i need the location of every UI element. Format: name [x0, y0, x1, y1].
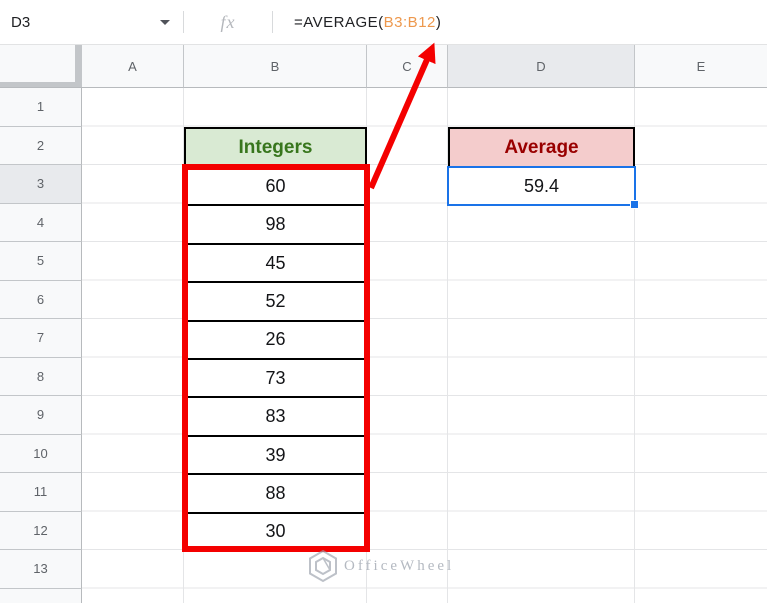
fill-handle[interactable] — [630, 200, 639, 209]
formula-close-paren: ) — [435, 13, 442, 31]
cell-B4[interactable]: 98 — [186, 206, 365, 245]
row-header-1[interactable]: 1 — [0, 88, 82, 127]
row-header-6[interactable]: 6 — [0, 280, 82, 319]
cell-D3-selected[interactable]: 59.4 — [447, 166, 639, 209]
cell-D3-value: 59.4 — [523, 175, 560, 196]
chevron-down-icon[interactable] — [160, 20, 170, 25]
cell-B2-integers-header[interactable]: Integers — [184, 127, 367, 168]
formula-range-ref: B3:B12 — [383, 13, 436, 31]
column-header-B[interactable]: B — [184, 45, 367, 88]
column-headers: ABCDE — [82, 45, 767, 88]
column-header-E[interactable]: E — [635, 45, 767, 88]
spreadsheet-app: D3 fx =AVERAGE(B3:B12) ABCDE 1 2 3 4 5 6 7 8 9 10… — [0, 0, 767, 603]
cell-B3[interactable]: 60 — [186, 168, 365, 207]
row-header-4[interactable]: 4 — [0, 203, 82, 242]
name-box-value: D3 — [11, 13, 31, 31]
cell-B7[interactable]: 26 — [186, 321, 365, 361]
corner-shadow-horizontal — [0, 82, 82, 87]
row-header-clipped[interactable] — [0, 588, 82, 603]
cell-B8[interactable]: 73 — [186, 360, 365, 399]
cell-B6[interactable]: 52 — [186, 283, 365, 322]
formula-input[interactable]: =AVERAGE(B3:B12) — [273, 14, 767, 31]
cell-B5[interactable]: 45 — [186, 244, 365, 284]
column-header-D[interactable]: D — [448, 45, 635, 88]
cell-B12[interactable]: 30 — [186, 513, 365, 551]
row-header-12[interactable]: 12 — [0, 511, 82, 550]
row-header-3[interactable]: 3 — [0, 165, 82, 204]
row-header-7[interactable]: 7 — [0, 319, 82, 358]
name-box[interactable]: D3 — [0, 0, 183, 44]
row-header-13[interactable]: 13 — [0, 550, 82, 589]
cell-B11[interactable]: 88 — [186, 475, 365, 514]
fx-icon: fx — [220, 11, 236, 32]
row-header-5[interactable]: 5 — [0, 242, 82, 281]
integers-cells: 60 98 45 52 26 73 83 39 88 30 — [184, 166, 367, 552]
formula-text: =AVERAGE( — [294, 13, 384, 31]
formula-bar-row: D3 fx =AVERAGE(B3:B12) — [0, 0, 767, 45]
row-headers: 1 2 3 4 5 6 7 8 9 10 11 12 13 — [0, 88, 82, 603]
corner-shadow-vertical — [75, 45, 82, 82]
row-header-9[interactable]: 9 — [0, 396, 82, 435]
column-header-A[interactable]: A — [82, 45, 184, 88]
cell-B9[interactable]: 83 — [186, 398, 365, 437]
select-all-corner[interactable] — [0, 45, 82, 88]
row-header-10[interactable]: 10 — [0, 434, 82, 473]
column-header-C[interactable]: C — [367, 45, 448, 88]
cell-D2-average-header[interactable]: Average — [448, 127, 635, 168]
cell-B10[interactable]: 39 — [186, 436, 365, 476]
row-header-11[interactable]: 11 — [0, 473, 82, 512]
row-header-8[interactable]: 8 — [0, 357, 82, 396]
row-header-2[interactable]: 2 — [0, 126, 82, 165]
